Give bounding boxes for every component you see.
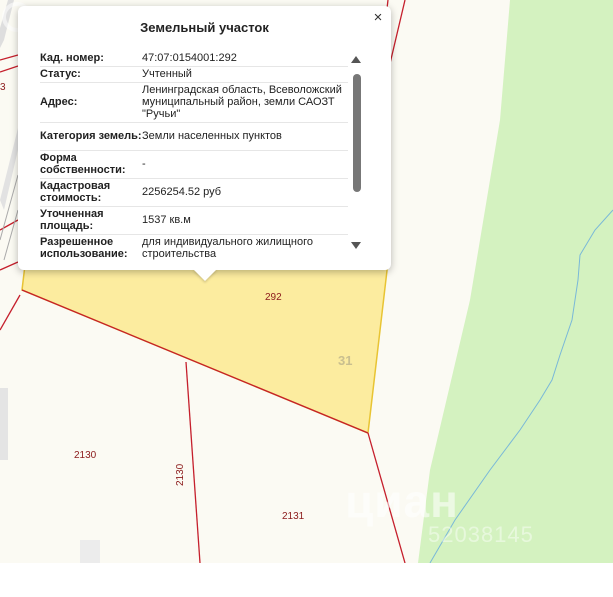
road-strip	[0, 388, 8, 460]
popup-body: Кад. номер: 47:07:0154001:292 Статус: Уч…	[40, 50, 348, 262]
attr-key: Статус:	[40, 66, 142, 83]
plot-attributes-table: Кад. номер: 47:07:0154001:292 Статус: Уч…	[40, 50, 348, 262]
table-row: Уточненная площадь: 1537 кв.м	[40, 206, 348, 235]
attr-key: Кад. номер:	[40, 50, 142, 67]
attr-value: 1537 кв.м	[142, 206, 348, 235]
attr-value: 47:07:0154001:292	[142, 50, 348, 67]
attr-value: Ленинградская область, Всеволожский муни…	[142, 82, 348, 123]
plot-label-2130-vertical: 2130	[175, 463, 186, 486]
plot-label-292: 292	[265, 292, 282, 303]
plot-label-2131: 2131	[282, 511, 305, 522]
attr-key: Адрес:	[40, 82, 142, 123]
attr-value: для индивидуального жилищного строительс…	[142, 234, 348, 262]
popup-pointer	[193, 269, 217, 281]
scroll-down-arrow-icon[interactable]	[351, 242, 361, 249]
road-strip	[80, 540, 100, 563]
plot-label-2130: 2130	[74, 450, 97, 461]
attr-value: Земли населенных пунктов	[142, 122, 348, 151]
attr-value: 2256254.52 руб	[142, 178, 348, 207]
watermark-brand: циан	[345, 475, 459, 527]
table-row: Разрешенное использование: для индивидуа…	[40, 234, 348, 262]
attr-key: Форма собственности:	[40, 150, 142, 179]
watermark-listing-id: 52038145	[428, 522, 534, 547]
attr-value: Учтенный	[142, 66, 348, 83]
plot-label-3: 3	[0, 82, 6, 93]
attr-key: Кадастровая стоимость:	[40, 178, 142, 207]
table-row: Статус: Учтенный	[40, 66, 348, 83]
table-row: Адрес: Ленинградская область, Всеволожск…	[40, 82, 348, 123]
attr-key: Разрешенное использование:	[40, 234, 142, 262]
attr-key: Уточненная площадь:	[40, 206, 142, 235]
table-row: Кадастровая стоимость: 2256254.52 руб	[40, 178, 348, 207]
scroll-up-arrow-icon[interactable]	[351, 56, 361, 63]
scrollbar-thumb[interactable]	[353, 74, 361, 192]
close-icon[interactable]: ×	[371, 10, 385, 26]
plot-info-popup: Земельный участок × Кад. номер: 47:07:01…	[18, 6, 391, 270]
plot-label-31: 31	[338, 353, 352, 368]
table-row: Кад. номер: 47:07:0154001:292	[40, 50, 348, 67]
table-row: Форма собственности: -	[40, 150, 348, 179]
table-row: Категория земель: Земли населенных пункт…	[40, 122, 348, 151]
attr-key: Категория земель:	[40, 122, 142, 151]
attr-value: -	[142, 150, 348, 179]
popup-title: Земельный участок	[140, 20, 269, 35]
